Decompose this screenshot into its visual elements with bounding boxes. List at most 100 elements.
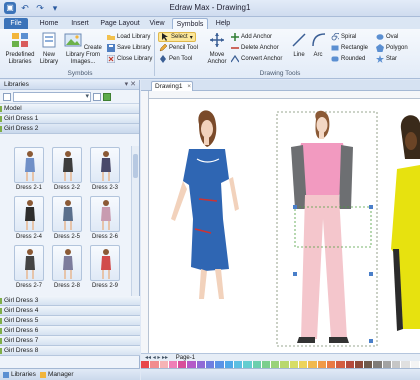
color-swatch[interactable] xyxy=(308,361,318,368)
color-swatch[interactable] xyxy=(345,361,355,368)
dress-figure-blue[interactable] xyxy=(171,110,239,299)
library-category-girl-dress-1[interactable]: Girl Dress 1 xyxy=(0,114,139,124)
dress-figure-icon xyxy=(101,200,111,230)
scrollbar-thumb[interactable] xyxy=(133,154,138,178)
dress-figure-pink-selected[interactable] xyxy=(276,110,378,347)
delete-anchor-button[interactable]: Delete Anchor xyxy=(231,44,279,52)
tab-insert[interactable]: Insert xyxy=(66,18,94,29)
add-library-icon[interactable] xyxy=(103,92,111,101)
dress-thumbnail[interactable] xyxy=(14,196,44,232)
color-swatch[interactable] xyxy=(401,361,411,368)
color-swatch[interactable] xyxy=(336,361,346,368)
close-icon[interactable]: × xyxy=(187,83,191,90)
rounded-tool-button[interactable]: Rounded xyxy=(331,55,365,63)
panel-pin-close-icons[interactable]: ▾ ✕ xyxy=(125,80,136,90)
arc-tool-button[interactable]: Arc xyxy=(310,32,326,59)
dress-thumbnail[interactable] xyxy=(90,196,120,232)
save-library-button[interactable]: Save Library xyxy=(107,44,151,52)
star-tool-button[interactable]: Star xyxy=(376,55,397,63)
tab-libraries[interactable]: Libraries xyxy=(3,371,36,378)
color-swatch[interactable] xyxy=(178,361,188,368)
select-tool-button[interactable]: Select ▾ xyxy=(158,32,196,42)
dress-thumbnail[interactable] xyxy=(52,245,82,281)
library-dropdown[interactable] xyxy=(13,91,91,102)
spiral-icon xyxy=(331,33,339,41)
color-swatch[interactable] xyxy=(196,361,207,368)
color-swatch[interactable] xyxy=(215,361,225,368)
library-category-model[interactable]: Model xyxy=(0,104,139,114)
color-swatch[interactable] xyxy=(233,361,244,368)
tab-home[interactable]: Home xyxy=(36,18,62,29)
create-library-from-images-button[interactable]: Create Library From Images... xyxy=(62,32,104,66)
tab-page-layout[interactable]: Page Layout xyxy=(98,18,142,29)
color-swatch[interactable] xyxy=(168,361,179,368)
dress-figure-icon xyxy=(25,151,35,181)
color-swatch[interactable] xyxy=(271,361,281,368)
library-view-icon[interactable] xyxy=(3,92,11,101)
library-category-girl-dress-7[interactable]: Girl Dress 7 xyxy=(0,336,140,346)
new-library-button[interactable]: New Library xyxy=(38,32,60,66)
tab-drawing1[interactable]: Drawing1 × xyxy=(151,81,193,91)
options-icon[interactable] xyxy=(93,92,101,101)
library-category-girl-dress-8[interactable]: Girl Dress 8 xyxy=(0,346,140,356)
color-swatch[interactable] xyxy=(382,361,393,368)
color-swatch[interactable] xyxy=(224,361,234,368)
color-swatch[interactable] xyxy=(261,361,272,368)
color-swatch[interactable] xyxy=(354,361,365,368)
tab-view[interactable]: View xyxy=(146,18,168,29)
predefined-libraries-button[interactable]: Predefined Libraries xyxy=(4,32,36,66)
save-icon xyxy=(107,44,115,52)
spiral-tool-button[interactable]: Spiral xyxy=(331,33,356,41)
cursor-icon xyxy=(162,33,168,41)
line-tool-button[interactable]: Line xyxy=(290,32,308,59)
library-scrollbar[interactable] xyxy=(131,146,139,296)
color-swatch[interactable] xyxy=(150,361,160,368)
color-swatch[interactable] xyxy=(364,361,374,368)
color-swatch[interactable] xyxy=(289,361,300,368)
color-swatch[interactable] xyxy=(187,361,197,368)
color-swatch[interactable] xyxy=(410,361,420,368)
pencil-icon xyxy=(159,44,167,52)
rectangle-tool-button[interactable]: Rectangle xyxy=(331,44,368,52)
library-category-girl-dress-4[interactable]: Girl Dress 4 xyxy=(0,306,140,316)
tab-symbols[interactable]: Symbols xyxy=(172,18,208,29)
dress-thumbnail[interactable] xyxy=(14,245,44,281)
library-category-girl-dress-6[interactable]: Girl Dress 6 xyxy=(0,326,140,336)
color-swatch[interactable] xyxy=(299,361,309,368)
color-swatch[interactable] xyxy=(280,361,290,368)
color-swatch[interactable] xyxy=(317,361,327,368)
dress-figure-yellow[interactable] xyxy=(391,115,420,331)
oval-tool-button[interactable]: Oval xyxy=(376,33,398,41)
dress-thumbnail[interactable] xyxy=(52,196,82,232)
dress-thumbnail[interactable] xyxy=(90,147,120,183)
drawing-canvas[interactable] xyxy=(149,99,420,353)
dress-thumbnail[interactable] xyxy=(90,245,120,281)
color-swatch[interactable] xyxy=(243,361,253,368)
color-swatch[interactable] xyxy=(159,361,169,368)
color-swatch[interactable] xyxy=(326,361,337,368)
color-swatch[interactable] xyxy=(206,361,216,368)
move-anchor-button[interactable]: Move Anchor xyxy=(204,32,230,66)
color-swatch[interactable] xyxy=(392,361,402,368)
color-swatch[interactable] xyxy=(141,361,151,368)
tab-manager[interactable]: Manager xyxy=(39,371,74,378)
dress-thumbnail[interactable] xyxy=(52,147,82,183)
library-category-girl-dress-2[interactable]: Girl Dress 2 xyxy=(0,124,139,134)
library-category-girl-dress-5[interactable]: Girl Dress 5 xyxy=(0,316,140,326)
pencil-tool-button[interactable]: Pencil Tool xyxy=(159,44,198,52)
ribbon-separator xyxy=(154,32,155,76)
dress-thumbnail[interactable] xyxy=(14,147,44,183)
pen-tool-button[interactable]: Pen Tool xyxy=(159,55,192,63)
tab-file[interactable]: File xyxy=(4,18,28,29)
folder-open-icon xyxy=(107,35,115,40)
load-library-button[interactable]: Load Library xyxy=(107,33,150,41)
library-category-girl-dress-3[interactable]: Girl Dress 3 xyxy=(0,296,140,306)
polygon-tool-button[interactable]: Polygon xyxy=(376,44,408,52)
add-anchor-icon xyxy=(231,33,239,41)
tab-help[interactable]: Help xyxy=(212,18,234,29)
add-anchor-button[interactable]: Add Anchor xyxy=(231,33,272,41)
color-swatch[interactable] xyxy=(373,361,383,368)
close-library-button[interactable]: Close Library xyxy=(107,55,152,63)
color-swatch[interactable] xyxy=(252,361,262,368)
convert-anchor-button[interactable]: Convert Anchor xyxy=(231,55,282,63)
